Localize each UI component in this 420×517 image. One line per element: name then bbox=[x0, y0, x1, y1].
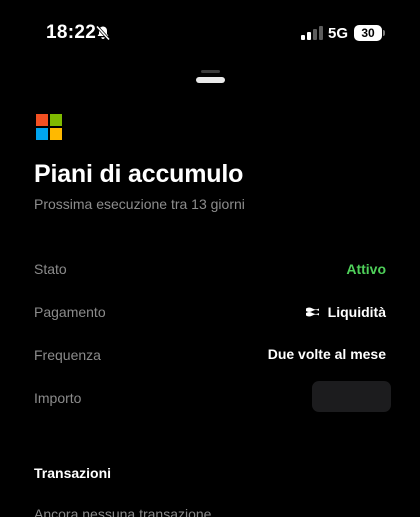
savings-plan-screen: 18:22 5G 30 Piani di accumulo Prossima e… bbox=[0, 0, 420, 517]
page-subtitle: Prossima esecuzione tra 13 giorni bbox=[34, 196, 245, 212]
sheet-grabber-shadow bbox=[201, 70, 220, 73]
cash-icon bbox=[305, 307, 319, 317]
transactions-empty-text: Ancora nessuna transazione bbox=[34, 506, 212, 517]
payment-method[interactable]: Liquidità bbox=[305, 304, 386, 320]
amount-field[interactable] bbox=[312, 381, 391, 412]
amount-label: Importo bbox=[34, 390, 82, 406]
page-title: Piani di accumulo bbox=[34, 160, 244, 188]
network-type: 5G bbox=[328, 25, 349, 42]
battery-tip bbox=[383, 30, 385, 36]
frequency-value[interactable]: Due volte al mese bbox=[268, 346, 386, 362]
status-bar: 18:22 5G 30 bbox=[0, 0, 420, 66]
transactions-title: Transazioni bbox=[34, 465, 112, 481]
status-time: 18:22 bbox=[46, 22, 97, 43]
sheet-grabber[interactable] bbox=[196, 77, 225, 83]
payment-value: Liquidità bbox=[327, 304, 386, 320]
status-value: Attivo bbox=[346, 261, 386, 277]
bell-muted-icon bbox=[95, 25, 111, 41]
battery-icon: 30 bbox=[354, 25, 382, 41]
microsoft-logo-icon bbox=[36, 114, 62, 140]
signal-icon bbox=[301, 26, 323, 40]
frequency-label: Frequenza bbox=[34, 347, 101, 363]
payment-label: Pagamento bbox=[34, 304, 106, 320]
battery-level: 30 bbox=[361, 26, 375, 40]
status-label: Stato bbox=[34, 261, 67, 277]
